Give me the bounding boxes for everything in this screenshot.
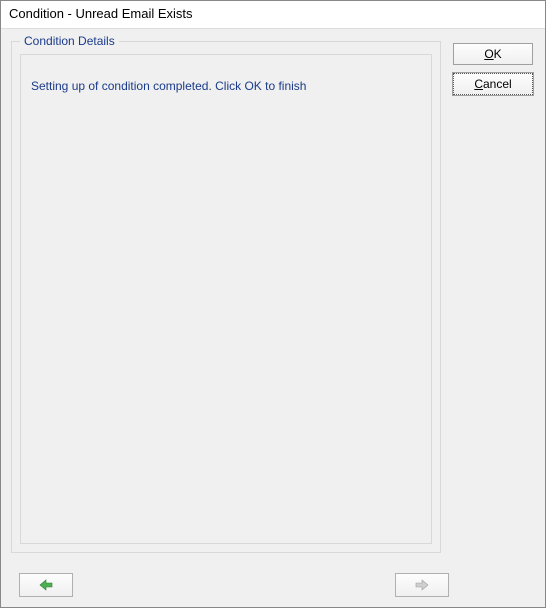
arrow-left-icon [38,578,54,592]
back-button[interactable] [19,573,73,597]
condition-details-fieldset: Condition Details Setting up of conditio… [11,41,441,553]
dialog-window: Condition - Unread Email Exists Conditio… [0,0,546,608]
title-bar: Condition - Unread Email Exists [1,1,545,29]
ok-rest: K [494,47,502,61]
cancel-button[interactable]: Cancel [453,73,533,95]
nav-button-panel [11,571,449,599]
completion-message: Setting up of condition completed. Click… [31,79,421,93]
fieldset-inner: Setting up of condition completed. Click… [20,54,432,544]
content-area: Condition Details Setting up of conditio… [1,29,545,607]
arrow-right-icon [414,578,430,592]
cancel-rest: ancel [483,77,512,91]
next-button[interactable] [395,573,449,597]
ok-button[interactable]: OK [453,43,533,65]
right-button-panel: OK Cancel [453,43,535,103]
window-title: Condition - Unread Email Exists [9,6,193,21]
ok-mnemonic: O [484,47,493,61]
fieldset-legend: Condition Details [20,34,119,48]
cancel-mnemonic: C [474,77,483,91]
